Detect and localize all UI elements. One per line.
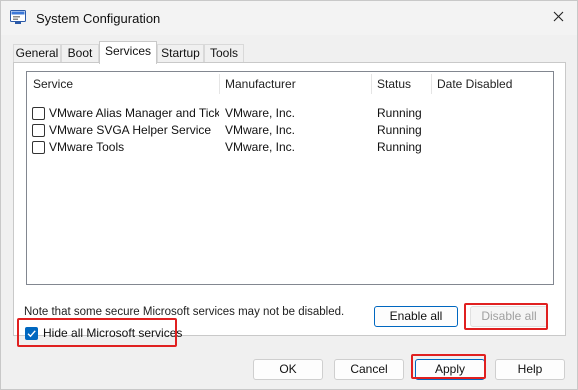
close-icon (553, 11, 564, 25)
window-title: System Configuration (36, 11, 161, 26)
tab-general[interactable]: General (13, 44, 61, 63)
service-manufacturer: VMware, Inc. (225, 123, 296, 137)
disable-all-highlight (464, 303, 548, 330)
service-manufacturer: VMware, Inc. (225, 140, 296, 154)
service-checkbox[interactable] (32, 124, 45, 137)
column-header-service[interactable]: Service (27, 72, 219, 96)
help-button[interactable]: Help (495, 359, 565, 380)
tab-boot[interactable]: Boot (61, 44, 99, 63)
tab-startup[interactable]: Startup (157, 44, 204, 63)
apply-highlight (411, 354, 486, 379)
hide-ms-highlight (17, 318, 177, 347)
service-status: Running (377, 106, 422, 120)
service-checkbox[interactable] (32, 107, 45, 120)
services-list[interactable]: Service Manufacturer Status Date Disable… (26, 71, 554, 285)
column-header-date-disabled[interactable]: Date Disabled (431, 72, 551, 96)
tab-tools[interactable]: Tools (204, 44, 244, 63)
service-name: VMware Tools (49, 140, 125, 154)
table-row[interactable]: VMware Alias Manager and Ticke... VMware… (27, 105, 553, 122)
service-status: Running (377, 123, 422, 137)
table-row[interactable]: VMware SVGA Helper Service VMware, Inc. … (27, 122, 553, 139)
service-name: VMware Alias Manager and Ticke... (49, 106, 219, 120)
service-status: Running (377, 140, 422, 154)
secure-services-note: Note that some secure Microsoft services… (24, 306, 345, 318)
table-row[interactable]: VMware Tools VMware, Inc. Running (27, 139, 553, 156)
system-configuration-window: System Configuration General Boot Servic… (0, 0, 578, 390)
close-button[interactable] (543, 5, 573, 31)
service-manufacturer: VMware, Inc. (225, 106, 296, 120)
services-panel: Service Manufacturer Status Date Disable… (13, 62, 566, 347)
cancel-button[interactable]: Cancel (334, 359, 404, 380)
tab-services[interactable]: Services (99, 41, 157, 64)
ok-button[interactable]: OK (253, 359, 323, 380)
service-name: VMware SVGA Helper Service (49, 123, 212, 137)
column-header-manufacturer[interactable]: Manufacturer (219, 72, 371, 96)
column-header-status[interactable]: Status (371, 72, 431, 96)
service-checkbox[interactable] (32, 141, 45, 154)
enable-all-button[interactable]: Enable all (374, 306, 458, 327)
msconfig-icon (10, 10, 26, 24)
title-bar: System Configuration (1, 1, 577, 35)
